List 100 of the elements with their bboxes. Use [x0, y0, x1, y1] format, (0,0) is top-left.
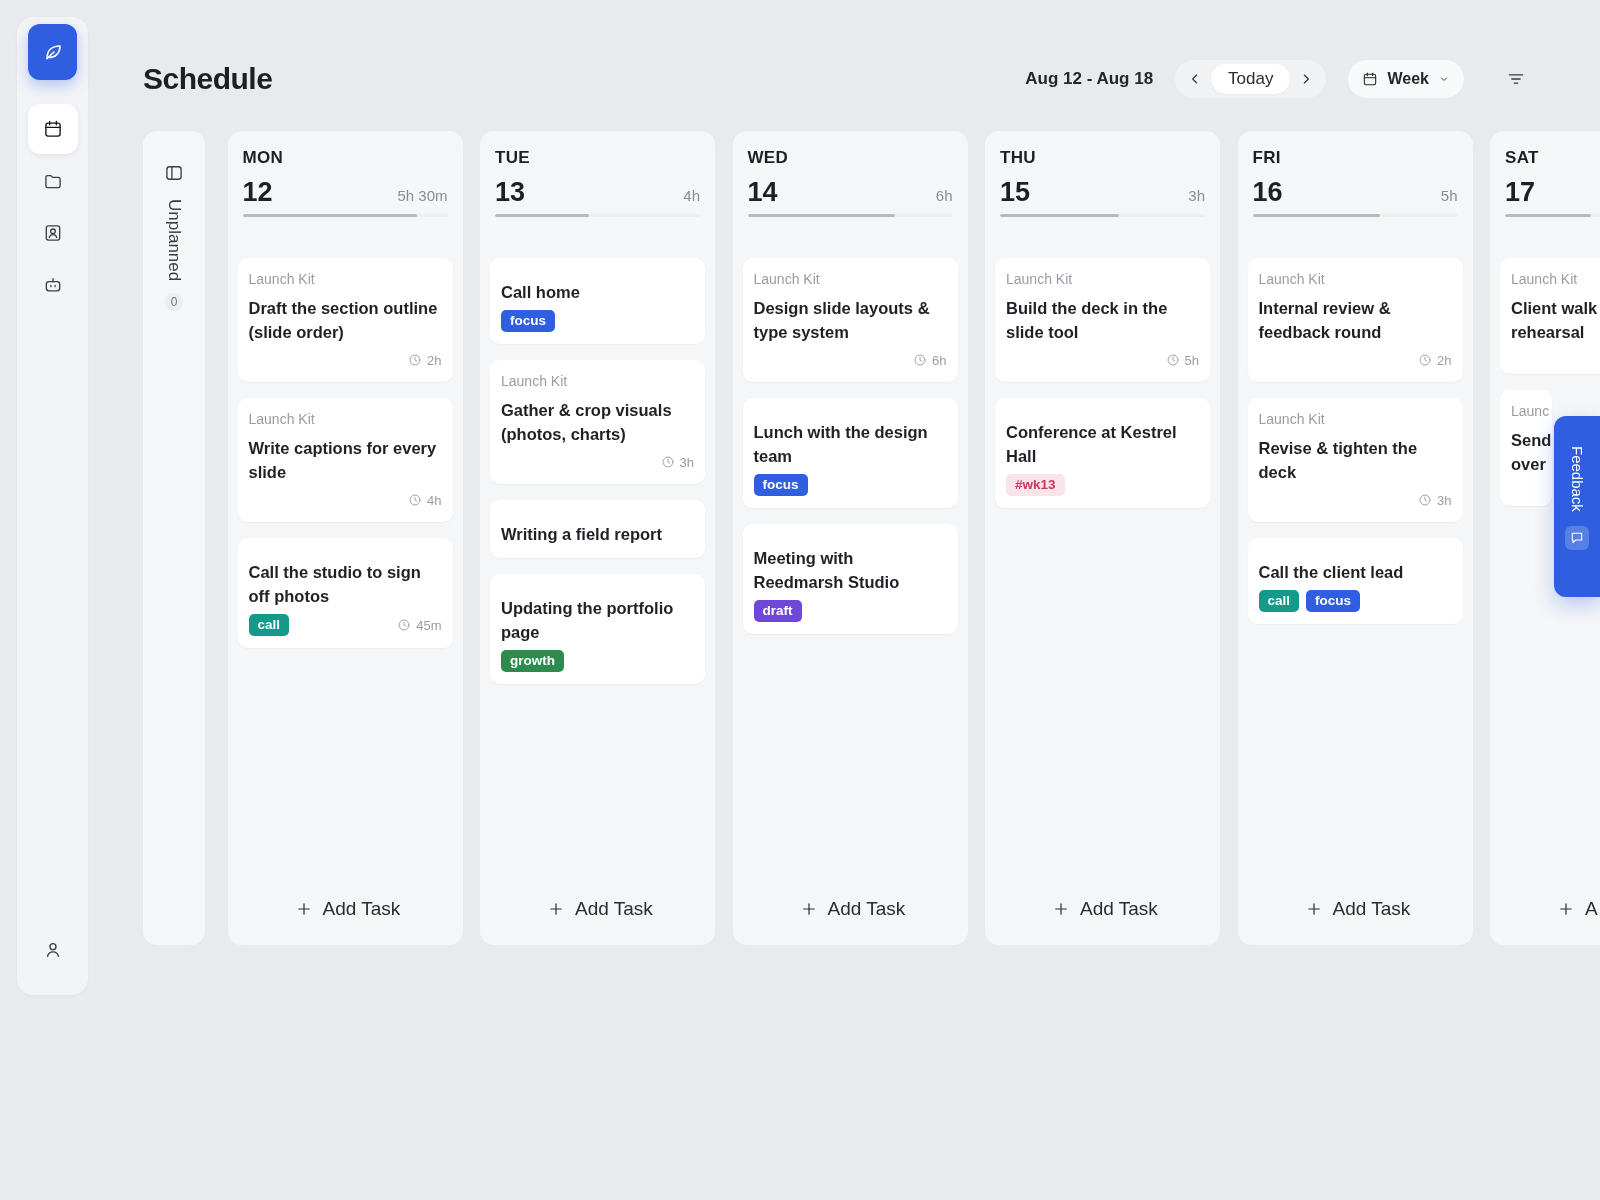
task-title: Meeting with Reedmarsh Studio [753, 548, 901, 593]
tag[interactable]: focus [1306, 590, 1361, 612]
task-title: Call the client lead [1258, 562, 1405, 583]
clock-icon [913, 353, 928, 367]
planned-hours: 6h [935, 187, 953, 204]
tag[interactable]: growth [501, 650, 564, 672]
app-logo[interactable] [28, 24, 77, 80]
tag[interactable]: call [248, 614, 290, 636]
task-card[interactable]: Launch Kit Gather & crop visuals (photos, charts) 3h [490, 360, 705, 484]
task-title: Send over [1511, 430, 1550, 475]
clock-icon [408, 493, 423, 507]
day-number: 13 [495, 177, 526, 208]
task-card[interactable]: Launch Kit Write captions for every slide 4h [237, 398, 453, 522]
add-task-button[interactable]: A [1551, 894, 1600, 924]
duration-text: 2h [427, 352, 442, 368]
task-title: Conference at Kestrel Hall [1006, 422, 1178, 467]
project-label: Launch Kit [753, 270, 820, 288]
clock-icon [397, 618, 412, 632]
day-name: TUE [495, 148, 530, 168]
duration-text: 2h [1437, 352, 1452, 368]
task-card[interactable]: Updating the portfolio page growth [490, 574, 705, 684]
task-title: Draft the section outline (slide order) [248, 298, 439, 343]
project-label: Launch Kit [1258, 270, 1325, 288]
add-task-button[interactable]: Add Task [1298, 894, 1417, 924]
task-card[interactable]: Launch Kit Revise & tighten the deck 3h [1247, 398, 1463, 522]
day-number: 12 [242, 177, 273, 208]
planned-hours: 4h [683, 187, 700, 204]
task-title: Client walk rehearsal [1511, 298, 1599, 343]
nav-button[interactable] [27, 104, 78, 154]
planned-hours: 5h [1440, 187, 1458, 204]
day-name: SAT [1505, 148, 1539, 168]
day-name: FRI [1252, 148, 1281, 168]
page-title: Schedule [143, 62, 274, 96]
planned-hours: 5h 30m [397, 187, 448, 204]
duration-text: 3h [679, 454, 694, 470]
duration-text: 4h [427, 492, 442, 508]
task-card[interactable]: Launch Kit Draft the section outline (slide order) 2h [237, 258, 453, 382]
task-card[interactable]: Call home focus [490, 258, 705, 344]
clock-icon [660, 455, 675, 469]
add-task-button[interactable]: Add Task [1046, 894, 1164, 924]
task-card[interactable]: Launch Kit Client walk rehearsal [1500, 258, 1600, 374]
add-task-button[interactable]: Add Task [793, 894, 912, 924]
project-label: Launch Kit [1258, 410, 1325, 428]
task-card[interactable]: Writing a field report [490, 500, 705, 558]
plus-icon [1052, 900, 1070, 918]
tag[interactable]: focus [753, 474, 808, 496]
add-task-button[interactable]: Add Task [541, 894, 659, 924]
project-label: Launch Kit [501, 372, 568, 390]
task-title: Writing a field report [501, 524, 664, 545]
calendar-icon [1362, 71, 1379, 87]
project-label: Launch Kit [1511, 270, 1578, 288]
task-title: Revise & tighten the deck [1258, 438, 1419, 483]
clock-icon [408, 353, 423, 367]
view-dropdown[interactable]: Week [1348, 60, 1464, 98]
task-title: Lunch with the design team [753, 422, 929, 467]
clock-icon [1165, 353, 1180, 367]
task-card[interactable]: Launc Send over [1500, 390, 1552, 506]
today-button[interactable]: Today [1211, 64, 1291, 94]
day-number: 17 [1505, 177, 1536, 208]
duration-text: 6h [932, 352, 947, 368]
tag[interactable]: focus [501, 310, 555, 332]
day-name: MON [242, 148, 284, 168]
duration-text: 45m [416, 617, 442, 633]
task-card[interactable]: Launch Kit Internal review & feedback round 2h [1247, 258, 1463, 382]
planned-hours: 3h [1188, 187, 1205, 204]
task-title: Write captions for every slide [248, 438, 438, 483]
clock-icon [1418, 353, 1433, 367]
tag[interactable]: #wk13 [1006, 474, 1065, 496]
task-card[interactable]: Launch Kit Design slide layouts & type system 6h [742, 258, 958, 382]
task-title: Build the deck in the slide tool [1006, 298, 1169, 343]
unplanned-count: 0 [164, 293, 184, 312]
task-title: Call home [501, 282, 581, 303]
task-card[interactable]: Meeting with Reedmarsh Studio draft [742, 524, 958, 634]
task-title: Updating the portfolio page [501, 598, 675, 643]
unplanned-label[interactable]: Unplanned [164, 199, 184, 282]
day-number: 15 [1000, 177, 1031, 208]
date-range: Aug 12 - Aug 18 [1025, 69, 1154, 89]
task-card[interactable]: Call the studio to sign off photos call 45m [237, 538, 453, 648]
task-card[interactable]: Launch Kit Build the deck in the slide tool 5h [995, 258, 1210, 382]
calendar-icon [42, 119, 63, 139]
clock-icon [1418, 493, 1433, 507]
day-name: THU [1000, 148, 1036, 168]
day-number: 16 [1252, 177, 1283, 208]
feedback-button[interactable]: Feedback [1554, 416, 1600, 597]
task-title: Gather & crop visuals (photos, charts) [501, 400, 673, 445]
task-title: Design slide layouts & type system [753, 298, 931, 343]
add-task-button[interactable]: Add Task [288, 894, 407, 924]
task-title: Call the studio to sign off photos [248, 562, 422, 607]
task-card[interactable]: Call the client lead call focus [1247, 538, 1463, 624]
duration-text: 5h [1184, 352, 1199, 368]
tag[interactable]: call [1258, 590, 1300, 612]
plus-icon [1557, 900, 1575, 918]
plus-icon [547, 900, 565, 918]
tag[interactable]: draft [753, 600, 802, 622]
task-card[interactable]: Lunch with the design team focus [742, 398, 958, 508]
project-label: Launc [1511, 402, 1550, 420]
task-card[interactable]: Conference at Kestrel Hall #wk13 [995, 398, 1210, 508]
sidebar-panel-icon [164, 163, 184, 183]
day-name: WED [747, 148, 789, 168]
duration-text: 3h [1437, 492, 1452, 508]
